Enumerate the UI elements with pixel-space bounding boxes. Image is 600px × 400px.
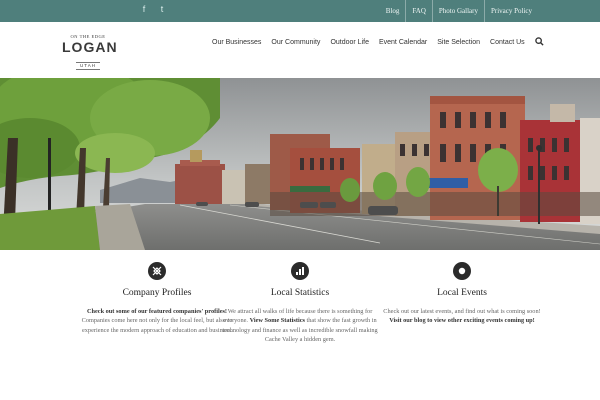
- feature-link[interactable]: Visit our blog to view other exciting ev…: [389, 317, 535, 324]
- feature-title[interactable]: Local Events: [377, 287, 547, 299]
- search-icon[interactable]: [534, 37, 545, 47]
- feature-local-events: Local Events Check out our latest events…: [377, 262, 547, 326]
- street-photo: [0, 78, 600, 250]
- nav-contact-us[interactable]: Contact Us: [490, 39, 525, 46]
- facebook-icon[interactable]: f: [139, 3, 149, 15]
- hero-image: [0, 78, 600, 250]
- nav-outdoor-life[interactable]: Outdoor Life: [330, 39, 369, 46]
- nav-event-calendar[interactable]: Event Calendar: [379, 39, 427, 46]
- twitter-icon[interactable]: t: [157, 3, 167, 15]
- feature-title[interactable]: Local Statistics: [215, 287, 385, 299]
- top-links: Blog FAQ Photo Gallary Privacy Policy: [380, 0, 538, 22]
- circle-icon: [453, 262, 471, 280]
- top-link-privacy-policy[interactable]: Privacy Policy: [483, 0, 538, 22]
- site-logo[interactable]: ON THE EDGE LOGAN UTAH: [62, 34, 118, 70]
- feature-body: Check out our latest events, and find ou…: [383, 308, 541, 315]
- site-header: ON THE EDGE LOGAN UTAH Our Businesses Ou…: [0, 22, 600, 78]
- top-link-photo-gallery[interactable]: Photo Gallary: [431, 0, 484, 22]
- feature-local-statistics: Local Statistics We attract all walks of…: [215, 262, 385, 344]
- nav-our-community[interactable]: Our Community: [271, 39, 320, 46]
- feature-link[interactable]: View Some Statistics: [250, 317, 305, 324]
- feature-body: Companies come here not only for the loc…: [81, 317, 233, 334]
- top-link-blog[interactable]: Blog: [380, 0, 406, 22]
- top-link-faq[interactable]: FAQ: [405, 0, 431, 22]
- top-bar: f t Blog FAQ Photo Gallary Privacy Polic…: [0, 0, 600, 22]
- feature-text: We attract all walks of life because the…: [215, 307, 385, 344]
- bar-chart-icon: [291, 262, 309, 280]
- nav-our-businesses[interactable]: Our Businesses: [212, 39, 261, 46]
- nav-site-selection[interactable]: Site Selection: [437, 39, 480, 46]
- feature-text: Check out our latest events, and find ou…: [377, 307, 547, 326]
- features-section: Company Profiles Check out some of our f…: [0, 262, 600, 392]
- feature-link[interactable]: Check out some of our featured companies…: [87, 308, 227, 315]
- logo-state: UTAH: [76, 62, 100, 70]
- logo-name: LOGAN: [62, 39, 118, 55]
- main-nav: Our Businesses Our Community Outdoor Lif…: [212, 22, 545, 62]
- social-links: f t: [139, 3, 167, 15]
- compass-icon: [148, 262, 166, 280]
